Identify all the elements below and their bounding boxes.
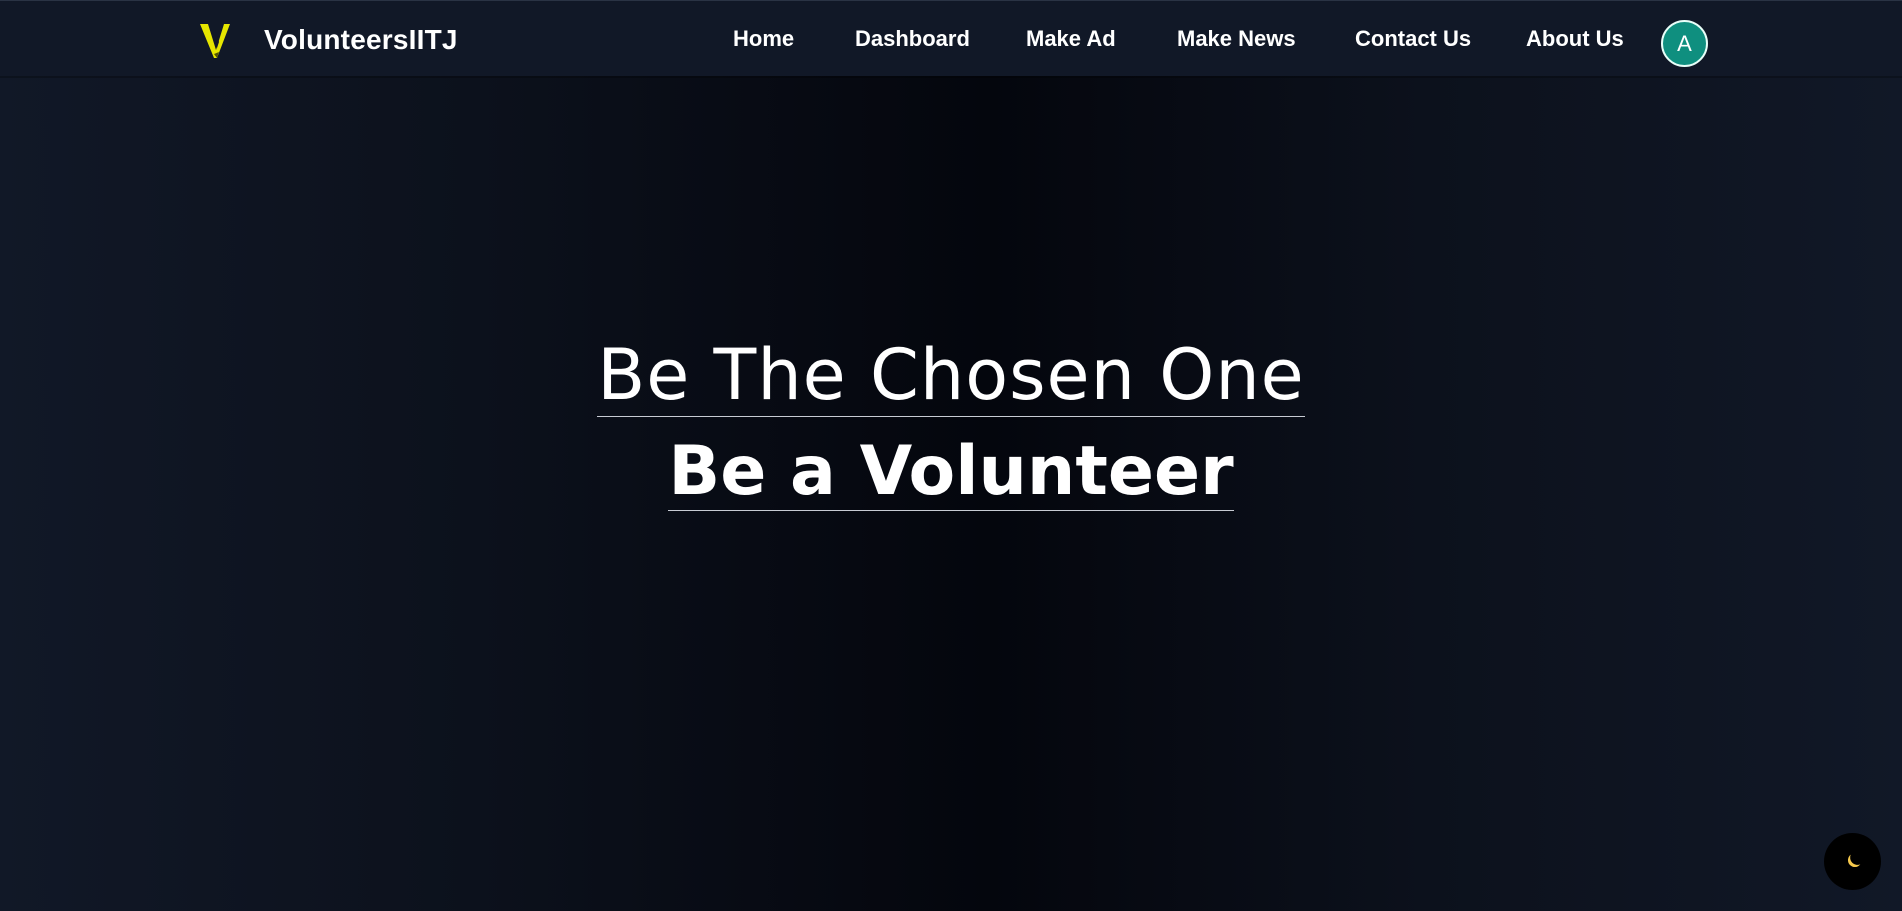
nav-make-news[interactable]: Make News — [1177, 26, 1296, 52]
navbar-shadow — [0, 76, 1902, 78]
hero-section: Be The Chosen One Be a Volunteer — [0, 340, 1902, 511]
moon-icon — [1847, 854, 1860, 867]
brand-link[interactable]: VolunteersIITJ — [198, 20, 458, 60]
nav-make-ad[interactable]: Make Ad — [1026, 26, 1116, 52]
nav-about-us[interactable]: About Us — [1526, 26, 1624, 52]
nav-dashboard[interactable]: Dashboard — [855, 26, 970, 52]
v-logo-icon — [200, 24, 230, 58]
hero-subtitle: Be a Volunteer — [668, 432, 1234, 511]
nav-contact-us[interactable]: Contact Us — [1355, 26, 1471, 52]
brand-name: VolunteersIITJ — [264, 24, 458, 55]
nav-home[interactable]: Home — [733, 26, 794, 52]
avatar-initial: A — [1677, 30, 1692, 56]
theme-toggle-button[interactable] — [1824, 833, 1881, 890]
user-avatar[interactable]: A — [1661, 20, 1708, 67]
hero-title: Be The Chosen One — [597, 334, 1305, 417]
